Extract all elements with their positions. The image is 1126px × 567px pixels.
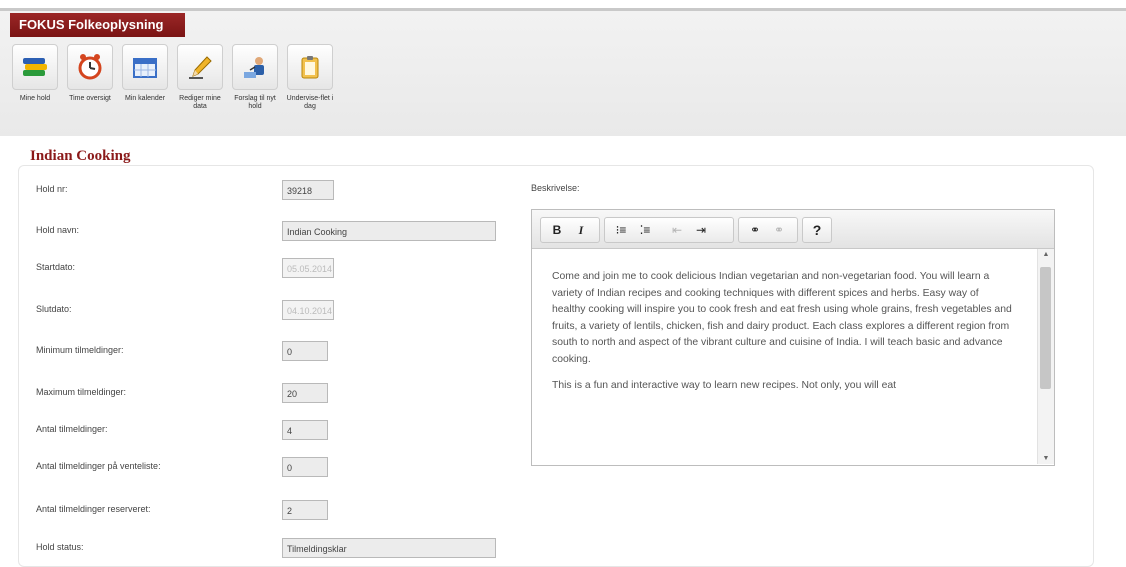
- field-label: Maximum tilmeldinger:: [36, 387, 127, 397]
- field-label: Minimum tilmeldinger:: [36, 345, 124, 355]
- scroll-down-icon[interactable]: ▼: [1038, 455, 1054, 462]
- field-label: Startdato:: [36, 262, 76, 272]
- clock-icon: [67, 44, 113, 90]
- help-group: ?: [802, 217, 832, 243]
- antal-tilmeldinger-field[interactable]: 4: [282, 420, 328, 440]
- description-label: Beskrivelse:: [531, 183, 580, 193]
- unlink-icon[interactable]: ⚭: [767, 218, 791, 242]
- editor-scrollbar[interactable]: ▲ ▼: [1037, 249, 1054, 464]
- scroll-up-icon[interactable]: ▲: [1038, 251, 1054, 258]
- ordered-list-icon[interactable]: ⁝≡: [609, 218, 633, 242]
- slutdato-field[interactable]: 04.10.2014: [282, 300, 334, 320]
- outdent-icon[interactable]: ⇤: [665, 218, 689, 242]
- pencil-icon: [177, 44, 223, 90]
- reserveret-field[interactable]: 2: [282, 500, 328, 520]
- toolbar-label: Rediger mine data: [179, 95, 221, 110]
- link-icon[interactable]: ⚭: [743, 218, 767, 242]
- form-row-slutdato: Slutdato: 04.10.2014: [36, 300, 506, 322]
- toolbar-label: Undervise-flet i dag: [286, 95, 334, 110]
- bold-button[interactable]: B: [545, 218, 569, 242]
- toolbar-label: Mine hold: [19, 95, 51, 102]
- field-label: Antal tilmeldinger reserveret:: [36, 504, 151, 514]
- editor-content[interactable]: Come and join me to cook delicious India…: [532, 249, 1037, 464]
- scrollbar-thumb[interactable]: [1040, 267, 1051, 389]
- form-row-hold-status: Hold status: Tilmeldingsklar: [36, 538, 506, 560]
- list-group: ⁝≡ ⁚≡ ⇤ ⇥: [604, 217, 734, 243]
- toolbar-undervisere-button[interactable]: Undervise-flet i dag: [285, 44, 335, 111]
- toolbar-time-oversigt-button[interactable]: Time oversigt: [65, 44, 115, 103]
- toolbar-label: Time oversigt: [69, 95, 111, 102]
- toolbar-min-kalender-button[interactable]: Min kalender: [120, 44, 170, 103]
- page-title: Indian Cooking: [30, 148, 131, 164]
- hold-nr-field[interactable]: 39218: [282, 180, 334, 200]
- minimum-tilmeldinger-field[interactable]: 0: [282, 341, 328, 361]
- form-row-minimum: Minimum tilmeldinger: 0: [36, 341, 506, 363]
- italic-button[interactable]: I: [569, 218, 593, 242]
- form-row-hold-nr: Hold nr: 39218: [36, 180, 506, 202]
- field-label: Hold status:: [36, 542, 84, 552]
- form-row-startdato: Startdato: 05.05.2014: [36, 258, 506, 280]
- description-paragraph: Come and join me to cook delicious India…: [552, 271, 1012, 365]
- toolbar-label: Forslag til nyt hold: [234, 95, 276, 110]
- form-row-maximum: Maximum tilmeldinger: 20: [36, 383, 506, 405]
- help-button[interactable]: ?: [805, 218, 829, 242]
- format-group: B I: [540, 217, 600, 243]
- startdato-field[interactable]: 05.05.2014: [282, 258, 334, 278]
- calendar-icon: [122, 44, 168, 90]
- field-label: Antal tilmeldinger på venteliste:: [36, 461, 161, 471]
- teams-icon: [12, 44, 58, 90]
- indent-icon[interactable]: ⇥: [689, 218, 713, 242]
- toolbar-label: Min kalender: [124, 95, 166, 102]
- field-label: Slutdato:: [36, 304, 72, 314]
- toolbar-rediger-mine-data-button[interactable]: Rediger mine data: [175, 44, 225, 111]
- field-label: Hold navn:: [36, 225, 80, 235]
- toolbar-mine-hold-button[interactable]: Mine hold: [10, 44, 60, 103]
- toolbar-forslag-button[interactable]: Forslag til nyt hold: [230, 44, 280, 111]
- form-row-reserveret: Antal tilmeldinger reserveret: 2: [36, 500, 506, 522]
- form-row-hold-navn: Hold navn: Indian Cooking: [36, 221, 506, 243]
- description-paragraph: This is a fun and interactive way to lea…: [552, 380, 897, 391]
- field-label: Hold nr:: [36, 184, 68, 194]
- description-editor: B I ⁝≡ ⁚≡ ⇤ ⇥ ⚭ ⚭ ? Come and join me to …: [531, 209, 1055, 466]
- clipboard-icon: [287, 44, 333, 90]
- editor-toolbar: B I ⁝≡ ⁚≡ ⇤ ⇥ ⚭ ⚭ ?: [532, 210, 1054, 249]
- form-row-antal: Antal tilmeldinger: 4: [36, 420, 506, 442]
- hold-status-field[interactable]: Tilmeldingsklar: [282, 538, 496, 558]
- app-brand[interactable]: FOKUS Folkeoplysning: [10, 13, 185, 37]
- venteliste-field[interactable]: 0: [282, 457, 328, 477]
- form-row-venteliste: Antal tilmeldinger på venteliste: 0: [36, 457, 506, 479]
- link-group: ⚭ ⚭: [738, 217, 798, 243]
- maximum-tilmeldinger-field[interactable]: 20: [282, 383, 328, 403]
- hold-navn-field[interactable]: Indian Cooking: [282, 221, 496, 241]
- field-label: Antal tilmeldinger:: [36, 424, 108, 434]
- presenter-icon: [232, 44, 278, 90]
- unordered-list-icon[interactable]: ⁚≡: [633, 218, 657, 242]
